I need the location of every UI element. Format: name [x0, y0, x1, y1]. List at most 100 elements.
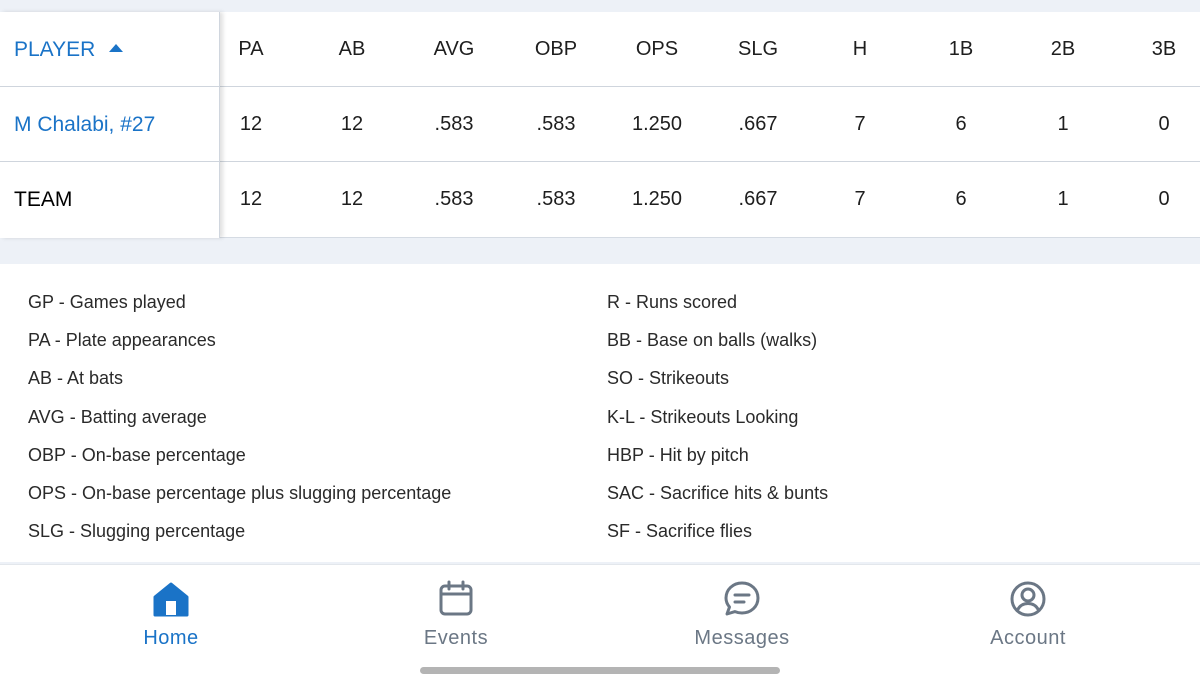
account-icon [1010, 581, 1046, 617]
chat-icon [724, 581, 760, 616]
nav-home-label: Home [143, 627, 199, 649]
nav-account-label: Account [990, 627, 1066, 649]
glossary-description: Batting average [80, 406, 207, 427]
glossary-abbreviation: OPS [28, 482, 67, 503]
nav-events[interactable]: Events [306, 565, 606, 665]
glossary-abbreviation: AVG [28, 406, 65, 427]
glossary-item: HBP - Hit by pitch [607, 445, 828, 483]
glossary-abbreviation: SLG [28, 521, 65, 542]
column-header-h[interactable]: H [810, 12, 910, 87]
glossary-description: Plate appearances [65, 330, 216, 351]
nav-events-label: Events [423, 627, 489, 649]
glossary-description: Strikeouts [649, 368, 730, 389]
glossary-abbreviation: HBP [607, 444, 644, 465]
glossary-item: AB - At bats [28, 368, 451, 406]
glossary-abbreviation: OBP [28, 444, 66, 465]
glossary-separator: - [64, 521, 81, 542]
glossary-description: On-base percentage plus slugging percent… [82, 482, 452, 503]
player-column-header[interactable]: PLAYER [14, 12, 124, 87]
sticky-row-team: TEAM [0, 162, 220, 237]
glossary-separator: - [634, 406, 651, 427]
glossary-abbreviation: PA [28, 330, 50, 351]
glossary-abbreviation: SAC [607, 482, 645, 503]
glossary-item: GP - Games played [28, 292, 451, 330]
stat-cell-slg: .667 [738, 113, 778, 135]
nav-home[interactable]: Home [21, 565, 321, 665]
glossary-separator: - [644, 482, 661, 503]
glossary-separator: - [66, 482, 83, 503]
glossary-abbreviation: AB [28, 368, 53, 389]
column-header-obp[interactable]: OBP [506, 12, 606, 87]
calendar-icon [439, 580, 473, 616]
glossary-separator: - [620, 292, 636, 312]
glossary-abbreviation: BB [607, 330, 632, 351]
sort-ascending-icon [109, 44, 124, 52]
glossary-separator: - [64, 406, 81, 427]
player-header-label: PLAYER [14, 37, 96, 61]
stat-cell-slg: .667 [738, 188, 778, 210]
glossary-right-column: R - Runs scored BB - Base on balls (walks… [607, 292, 828, 559]
glossary-description: At bats [67, 368, 124, 389]
stat-cell-2b: 1 [1057, 188, 1069, 210]
column-header-avg[interactable]: AVG [404, 12, 504, 87]
column-header-2b[interactable]: 2B [1013, 12, 1113, 87]
glossary-item: OPS - On-base percentage plus slugging p… [28, 483, 451, 521]
sticky-row-player: M Chalabi, #27 [0, 87, 220, 162]
glossary-separator: - [52, 368, 68, 389]
glossary-item: K-L - Strikeouts Looking [607, 407, 828, 445]
home-icon [153, 582, 189, 617]
glossary-separator: - [65, 444, 82, 465]
column-header-ops[interactable]: OPS [607, 12, 707, 87]
glossary-separator: - [633, 368, 650, 389]
glossary-description: Slugging percentage [80, 521, 246, 542]
stat-cell-ab: 12 [340, 113, 364, 135]
glossary-item: BB - Base on balls (walks) [607, 330, 828, 368]
glossary-description: Runs scored [636, 292, 738, 312]
glossary-item: OBP - On-base percentage [28, 445, 451, 483]
stat-cell-obp: .583 [536, 188, 576, 210]
glossary-abbreviation: SO [607, 368, 634, 389]
column-header-slg[interactable]: SLG [708, 12, 808, 87]
glossary-item: SF - Sacrifice flies [607, 521, 828, 559]
glossary-item: AVG - Batting average [28, 407, 451, 445]
stat-cell-3b: 0 [1158, 188, 1170, 210]
glossary-separator: - [630, 521, 647, 542]
sticky-player-column: PLAYER M Chalabi, #27 TEAM [0, 12, 220, 238]
team-label: TEAM [14, 187, 73, 211]
glossary-item: PA - Plate appearances [28, 330, 451, 368]
stat-cell-h: 7 [854, 188, 866, 210]
glossary-item: SLG - Slugging percentage [28, 521, 451, 559]
glossary-left-column: GP - Games played PA - Plate appearances A… [28, 292, 451, 559]
glossary-description: Strikeouts Looking [650, 406, 799, 427]
sticky-header: PLAYER [0, 12, 220, 87]
nav-messages-label: Messages [694, 627, 790, 649]
glossary-separator: - [53, 292, 70, 312]
stat-cell-obp: .583 [536, 113, 576, 135]
stat-cell-ops: 1.250 [631, 113, 683, 135]
glossary-item: SO - Strikeouts [607, 368, 828, 406]
glossary-separator: - [643, 444, 660, 465]
stat-cell-avg: .583 [434, 113, 474, 135]
glossary-abbreviation: K-L [607, 406, 635, 427]
glossary-description: Sacrifice flies [646, 521, 753, 542]
glossary-item: SAC - Sacrifice hits & bunts [607, 483, 828, 521]
stats-table: PA AB AVG OBP OPS SLG H 1B 2B 3B 12 12.583.583 1.250… [0, 12, 1200, 238]
glossary-abbreviation: SF [607, 521, 631, 542]
glossary-abbreviation: GP [28, 292, 54, 312]
nav-account[interactable]: Account [878, 565, 1178, 665]
glossary-item: R - Runs scored [607, 292, 828, 330]
stat-cell-1b: 6 [955, 188, 967, 210]
column-header-ab[interactable]: AB [302, 12, 402, 87]
nav-messages[interactable]: Messages [592, 565, 892, 665]
glossary-description: On-base percentage [81, 444, 246, 465]
player-name-link[interactable]: M Chalabi, #27 [14, 87, 155, 162]
column-header-3b[interactable]: 3B [1114, 12, 1200, 87]
glossary-description: Sacrifice hits & bunts [660, 482, 829, 503]
stats-glossary: GP - Games played PA - Plate appearances A… [0, 264, 1200, 562]
glossary-separator: - [631, 330, 648, 351]
stat-cell-2b: 1 [1057, 113, 1069, 135]
glossary-description: Games played [69, 292, 186, 312]
stat-cell-ab: 12 [340, 188, 364, 210]
column-header-1b[interactable]: 1B [911, 12, 1011, 87]
stat-cell-3b: 0 [1158, 113, 1170, 135]
